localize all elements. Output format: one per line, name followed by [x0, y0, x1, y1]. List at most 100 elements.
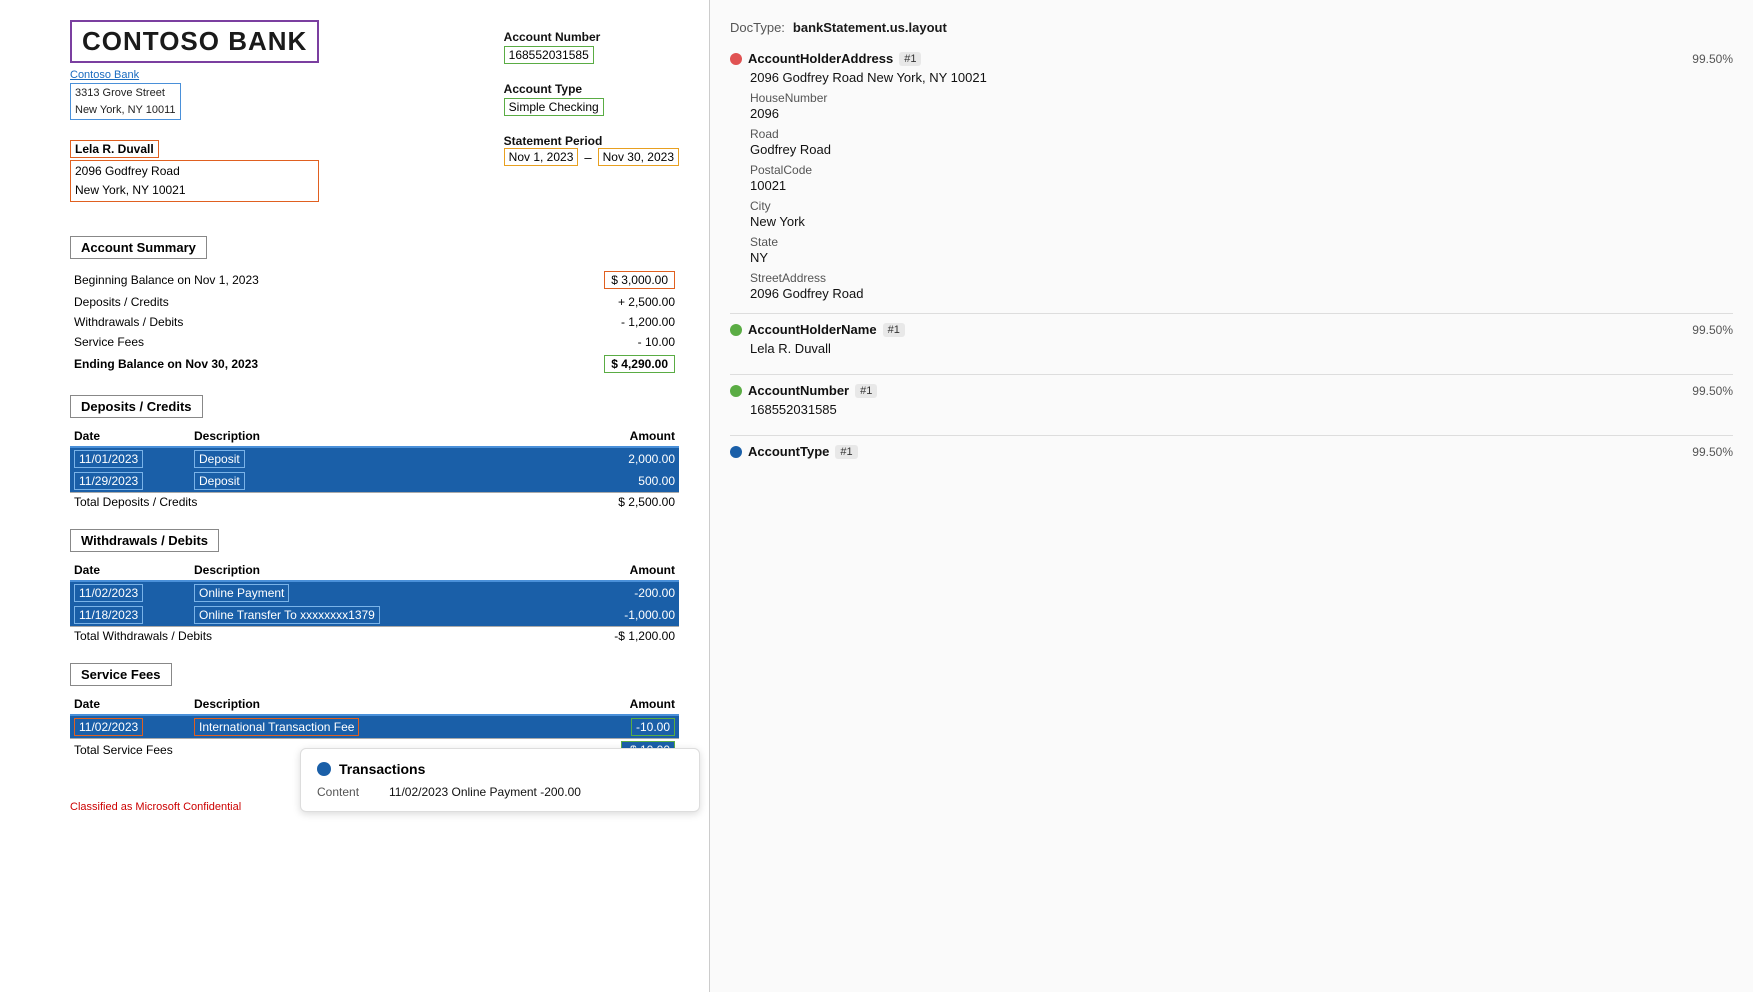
bank-logo: CONTOSO BANK — [70, 20, 319, 63]
acct-type-field-label: AccountType — [748, 444, 829, 459]
wd-desc-2: Online Transfer To xxxxxxxx1379 — [194, 606, 380, 624]
account-type-label: Account Type — [504, 82, 679, 96]
deposits-total-label: Total Deposits / Credits — [70, 493, 451, 512]
state-label: State — [750, 235, 1733, 249]
field-account-number: AccountNumber #1 99.50% 168552031585 — [730, 383, 1733, 423]
fees-label: Service Fees — [72, 333, 504, 351]
customer-address-box: 2096 Godfrey Road New York, NY 10021 — [70, 160, 319, 202]
deposits-col-amount: Amount — [451, 426, 679, 447]
customer-address-line1: 2096 Godfrey Road — [75, 164, 180, 178]
account-number-box: 168552031585 — [504, 46, 594, 64]
city-value: New York — [750, 214, 1733, 229]
subfield-postalcode: PostalCode 10021 — [730, 163, 1733, 193]
wd-total-value: -$ 1,200.00 — [551, 627, 679, 646]
tooltip-dot-icon — [317, 762, 331, 776]
table-row: 11/02/2023 International Transaction Fee… — [70, 715, 679, 739]
field-name-row: AccountHolderAddress #1 99.50% — [730, 51, 1733, 66]
field-name-left-type: AccountType #1 — [730, 444, 858, 459]
wd-date-1: 11/02/2023 — [74, 584, 143, 602]
customer-name: Lela R. Duvall — [75, 142, 154, 156]
indicator-green-icon — [730, 324, 742, 336]
beginning-value: $ 3,000.00 — [604, 271, 675, 289]
period-label: Statement Period — [504, 134, 679, 148]
holder-name-confidence: 99.50% — [1692, 323, 1733, 337]
deposits-col-date: Date — [70, 426, 190, 447]
account-type-box: Simple Checking — [504, 98, 604, 116]
address-field-label: AccountHolderAddress — [748, 51, 893, 66]
fee-desc-1: International Transaction Fee — [194, 718, 359, 736]
road-value: Godfrey Road — [750, 142, 1733, 157]
bank-address-line1: 3313 Grove Street — [75, 87, 165, 99]
doctype-label: DocType: — [730, 20, 785, 35]
period-start: Nov 1, 2023 — [504, 148, 579, 166]
table-row: 11/01/2023 Deposit 2,000.00 — [70, 447, 679, 470]
field-name-row-name: AccountHolderName #1 99.50% — [730, 322, 1733, 337]
deposits-value: + 2,500.00 — [506, 293, 677, 311]
fees-value: - 10.00 — [506, 333, 677, 351]
state-value: NY — [750, 250, 1733, 265]
holder-name-badge: #1 — [883, 323, 905, 337]
field-name-row-acct: AccountNumber #1 99.50% — [730, 383, 1733, 398]
deposits-header: Deposits / Credits — [70, 395, 203, 418]
tooltip-title-text: Transactions — [339, 761, 425, 777]
wd-col-date: Date — [70, 560, 190, 581]
fees-header: Service Fees — [70, 663, 172, 686]
summary-table: Beginning Balance on Nov 1, 2023 $ 3,000… — [70, 267, 679, 377]
bank-address-line2: New York, NY 10011 — [75, 104, 176, 116]
fee-col-date: Date — [70, 694, 190, 715]
holder-name-field-label: AccountHolderName — [748, 322, 877, 337]
acct-number-badge: #1 — [855, 384, 877, 398]
acct-type-confidence: 99.50% — [1692, 445, 1733, 459]
fee-col-desc: Description — [190, 694, 550, 715]
housenumber-label: HouseNumber — [750, 91, 1733, 105]
streetaddress-label: StreetAddress — [750, 271, 1733, 285]
deposits-label: Deposits / Credits — [72, 293, 504, 311]
tooltip-title: Transactions — [317, 761, 683, 777]
withdrawals-label: Withdrawals / Debits — [72, 313, 504, 331]
account-type-value: Simple Checking — [509, 100, 599, 114]
wd-col-desc: Description — [190, 560, 551, 581]
deposits-total-row: Total Deposits / Credits $ 2,500.00 — [70, 493, 679, 512]
fee-col-amount: Amount — [550, 694, 679, 715]
address-confidence: 99.50% — [1692, 52, 1733, 66]
indicator-red-icon — [730, 53, 742, 65]
ending-value: $ 4,290.00 — [604, 355, 675, 373]
subfield-city: City New York — [730, 199, 1733, 229]
housenumber-value: 2096 — [750, 106, 1733, 121]
road-label: Road — [750, 127, 1733, 141]
subfield-housenumber: HouseNumber 2096 — [730, 91, 1733, 121]
address-full-value: 2096 Godfrey Road New York, NY 10021 — [730, 68, 1733, 91]
customer-name-box: Lela R. Duvall — [70, 140, 159, 158]
subfield-road: Road Godfrey Road — [730, 127, 1733, 157]
bank-logo-text: CONTOSO BANK — [82, 26, 307, 56]
deposits-total-value: $ 2,500.00 — [451, 493, 679, 512]
document-panel: CONTOSO BANK Contoso Bank 3313 Grove Str… — [0, 0, 710, 992]
wd-date-2: 11/18/2023 — [74, 606, 143, 624]
bank-name[interactable]: Contoso Bank — [70, 69, 319, 81]
field-account-holder-address: AccountHolderAddress #1 99.50% 2096 Godf… — [730, 51, 1733, 301]
streetaddress-value: 2096 Godfrey Road — [750, 286, 1733, 301]
doctype-row: DocType: bankStatement.us.layout — [730, 20, 1733, 35]
period-dash: – — [584, 150, 591, 165]
field-account-type: AccountType #1 99.50% — [730, 444, 1733, 459]
field-name-row-type: AccountType #1 99.50% — [730, 444, 1733, 459]
address-badge: #1 — [899, 52, 921, 66]
deposit-date-2: 11/29/2023 — [74, 472, 143, 490]
wd-total-label: Total Withdrawals / Debits — [70, 627, 551, 646]
acct-number-confidence: 99.50% — [1692, 384, 1733, 398]
account-number-label: Account Number — [504, 30, 679, 44]
withdrawals-value: - 1,200.00 — [506, 313, 677, 331]
acct-type-badge: #1 — [835, 445, 857, 459]
period-row: Nov 1, 2023 – Nov 30, 2023 — [504, 148, 679, 166]
account-number-value: 168552031585 — [509, 48, 589, 62]
subfield-streetaddress: StreetAddress 2096 Godfrey Road — [730, 271, 1733, 301]
fee-date-1: 11/02/2023 — [74, 718, 143, 736]
deposit-date-1: 11/01/2023 — [74, 450, 143, 468]
wd-col-amount: Amount — [551, 560, 679, 581]
wd-desc-1: Online Payment — [194, 584, 289, 602]
city-label: City — [750, 199, 1733, 213]
deposit-desc-2: Deposit — [194, 472, 245, 490]
withdrawals-total-row: Total Withdrawals / Debits -$ 1,200.00 — [70, 627, 679, 646]
field-name-left-acct: AccountNumber #1 — [730, 383, 877, 398]
subfield-state: State NY — [730, 235, 1733, 265]
